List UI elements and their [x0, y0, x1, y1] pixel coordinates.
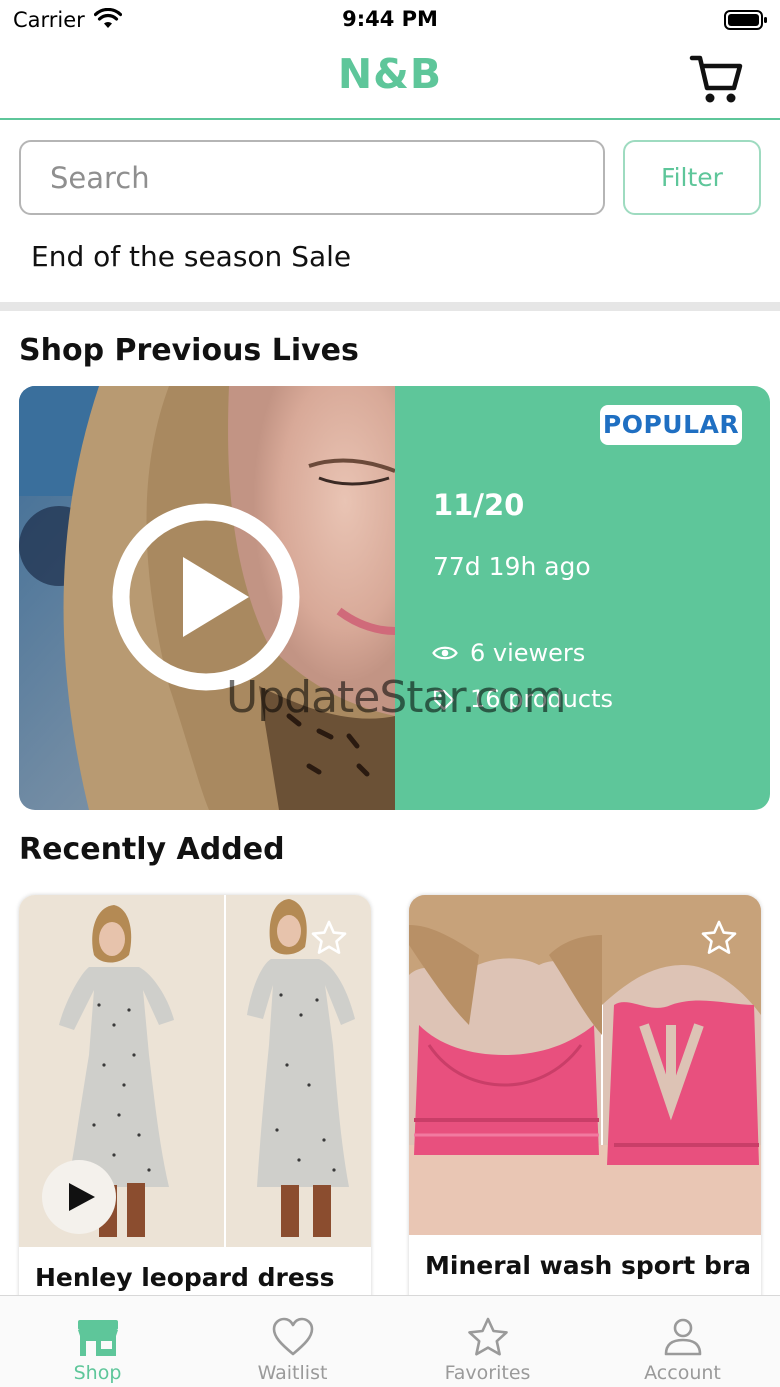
tab-account[interactable]: Account [585, 1296, 780, 1387]
brand-title: N&B [337, 50, 443, 98]
favorite-star-icon[interactable] [700, 919, 738, 957]
tab-label: Account [644, 1362, 721, 1384]
cart-icon[interactable] [688, 52, 744, 106]
live-video-thumbnail[interactable] [19, 386, 395, 810]
favorite-star-icon[interactable] [310, 919, 348, 957]
eye-icon [432, 646, 458, 660]
tab-label: Favorites [444, 1362, 531, 1384]
live-viewers-count: 6 viewers [470, 639, 586, 667]
tab-label: Shop [73, 1362, 122, 1384]
search-input[interactable] [19, 140, 605, 215]
status-bar: Carrier 9:44 PM [0, 0, 780, 40]
sale-banner-link[interactable]: End of the season Sale [31, 240, 351, 273]
watermark-text: UpdateStar.com [226, 672, 567, 723]
popular-badge: POPULAR [600, 405, 742, 445]
product-name: Mineral wash sport bra [425, 1251, 752, 1280]
recently-added-heading: Recently Added [19, 832, 285, 867]
previous-live-card[interactable]: POPULAR 11/20 77d 19h ago 6 viewers 16 p… [19, 386, 770, 810]
tab-label: Waitlist [257, 1362, 328, 1384]
status-time: 9:44 PM [342, 7, 438, 31]
shop-previous-lives-heading: Shop Previous Lives [19, 333, 359, 368]
filter-button[interactable]: Filter [623, 140, 761, 215]
account-icon [664, 1318, 702, 1356]
video-play-icon[interactable] [41, 1159, 117, 1235]
star-icon [468, 1317, 508, 1356]
battery-icon [724, 10, 767, 30]
app-header: N&B [0, 40, 780, 120]
tab-favorites[interactable]: Favorites [390, 1296, 585, 1387]
product-name: Henley leopard dress [35, 1263, 335, 1292]
heart-icon [272, 1317, 314, 1356]
tab-bar: Shop Waitlist Favorites Account [0, 1295, 780, 1387]
tab-waitlist[interactable]: Waitlist [195, 1296, 390, 1387]
section-divider [0, 302, 780, 311]
tab-shop[interactable]: Shop [0, 1296, 195, 1387]
product-card[interactable]: Henley leopard dress [19, 895, 371, 1315]
live-info-panel: POPULAR 11/20 77d 19h ago 6 viewers 16 p… [395, 386, 770, 810]
live-date: 11/20 [433, 488, 525, 522]
product-card[interactable]: Mineral wash sport bra [409, 895, 761, 1315]
live-time-ago: 77d 19h ago [433, 552, 591, 581]
shop-icon [78, 1320, 118, 1356]
